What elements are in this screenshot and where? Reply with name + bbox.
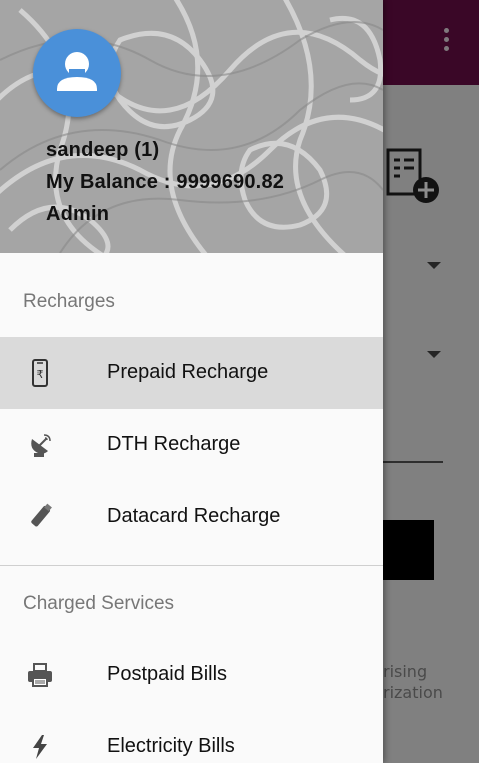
section-divider (0, 565, 383, 566)
menu-item-datacard-recharge[interactable]: Datacard Recharge (0, 481, 383, 553)
menu-item-label: DTH Recharge (107, 433, 241, 455)
navigation-drawer: sandeep (1) My Balance : 9999690.82 Admi… (0, 0, 383, 763)
usb-datacard-icon (31, 503, 52, 527)
satellite-dish-icon (31, 434, 51, 457)
menu-item-label: Electricity Bills (107, 735, 235, 757)
user-icon (57, 52, 97, 91)
menu-item-label: Datacard Recharge (107, 505, 281, 527)
menu-item-label: Prepaid Recharge (107, 361, 269, 383)
printer-icon (28, 663, 52, 687)
role: Admin (46, 203, 110, 225)
lightning-icon (33, 735, 47, 759)
section-title-recharges: Recharges (23, 291, 115, 312)
svg-text:₹: ₹ (37, 368, 44, 381)
section-title-charged-services: Charged Services (23, 593, 175, 614)
menu-item-label: Postpaid Bills (107, 663, 228, 685)
mobile-rupee-icon: ₹ (32, 359, 48, 387)
avatar[interactable] (33, 29, 121, 117)
drawer-header: sandeep (1) My Balance : 9999690.82 Admi… (0, 0, 383, 253)
balance: My Balance : 9999690.82 (46, 171, 285, 193)
menu-item-postpaid-bills[interactable]: Postpaid Bills (0, 639, 383, 711)
menu-item-electricity-bills[interactable]: Electricity Bills (0, 711, 383, 763)
menu-item-prepaid-recharge[interactable]: ₹ Prepaid Recharge (0, 337, 383, 409)
menu-item-dth-recharge[interactable]: DTH Recharge (0, 409, 383, 481)
username: sandeep (1) (46, 139, 160, 161)
